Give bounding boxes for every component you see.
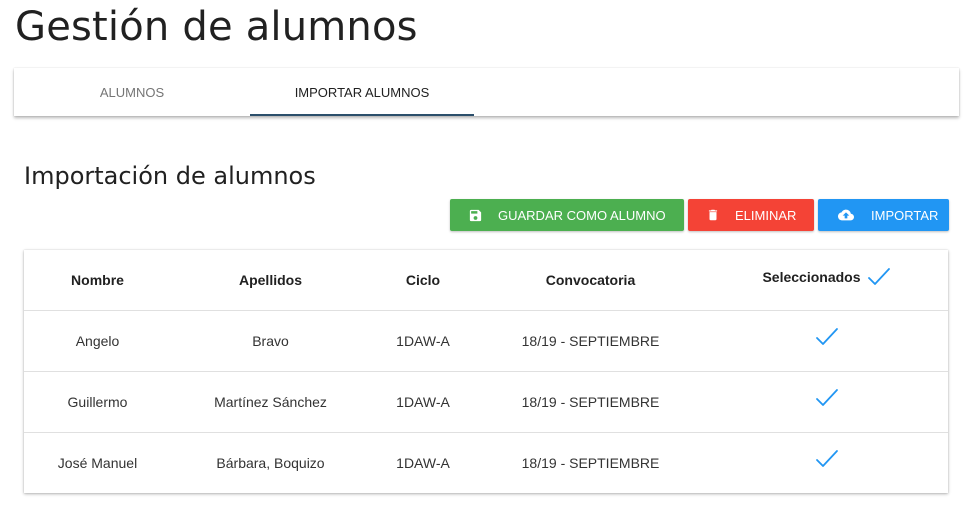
select-all-check-icon[interactable] (867, 267, 891, 287)
import-button-label: IMPORTAR (871, 207, 939, 223)
cell-selected (705, 310, 948, 372)
column-header-seleccionados: Seleccionados (705, 250, 948, 311)
column-header-apellidos: Apellidos (238, 272, 302, 288)
cloud-upload-icon (836, 207, 856, 223)
cell-ciclo: 1DAW-A (370, 310, 476, 372)
save-as-student-button[interactable]: GUARDAR COMO ALUMNO (450, 199, 684, 231)
selected-check-icon[interactable] (815, 449, 839, 469)
delete-button-label: ELIMINAR (735, 207, 797, 223)
cell-nombre: Guillermo (24, 371, 171, 433)
delete-button[interactable]: ELIMINAR (688, 199, 814, 231)
seleccionados-label: Seleccionados (762, 269, 861, 285)
floppy-disk-icon (468, 208, 483, 223)
tabs-bar: ALUMNOS IMPORTAR ALUMNOS (14, 68, 959, 116)
students-table-card: Nombre Apellidos Ciclo Convocatoria Sele… (24, 250, 948, 493)
cell-ciclo: 1DAW-A (370, 432, 476, 493)
trash-icon (706, 207, 720, 223)
column-header-nombre: Nombre (71, 272, 124, 288)
table-row[interactable]: Angelo Bravo 1DAW-A 18/19 - SEPTIEMBRE (24, 310, 948, 372)
cell-convocatoria: 18/19 - SEPTIEMBRE (476, 371, 705, 433)
tab-importar-alumnos[interactable]: IMPORTAR ALUMNOS (250, 68, 474, 116)
save-button-label: GUARDAR COMO ALUMNO (498, 207, 666, 223)
cell-nombre: Angelo (24, 310, 171, 372)
cell-apellidos: Bravo (171, 310, 370, 372)
active-tab-indicator (250, 114, 474, 116)
table-header-row: Nombre Apellidos Ciclo Convocatoria Sele… (24, 250, 948, 311)
cell-convocatoria: 18/19 - SEPTIEMBRE (476, 310, 705, 372)
cell-selected (705, 432, 948, 493)
table-row[interactable]: José Manuel Bárbara, Boquizo 1DAW-A 18/1… (24, 432, 948, 493)
selected-check-icon[interactable] (815, 388, 839, 408)
import-button[interactable]: IMPORTAR (818, 199, 949, 231)
page-title: Gestión de alumnos (15, 4, 418, 50)
selected-check-icon[interactable] (815, 327, 839, 347)
tab-alumnos[interactable]: ALUMNOS (14, 68, 250, 116)
cell-apellidos: Martínez Sánchez (171, 371, 370, 433)
cell-nombre: José Manuel (24, 432, 171, 493)
cell-ciclo: 1DAW-A (370, 371, 476, 433)
table-row[interactable]: Guillermo Martínez Sánchez 1DAW-A 18/19 … (24, 371, 948, 433)
column-header-ciclo: Ciclo (405, 272, 441, 288)
section-title: Importación de alumnos (24, 162, 316, 190)
students-table: Nombre Apellidos Ciclo Convocatoria Sele… (24, 250, 948, 493)
cell-convocatoria: 18/19 - SEPTIEMBRE (476, 432, 705, 493)
cell-selected (705, 371, 948, 433)
column-header-convocatoria: Convocatoria (545, 272, 636, 288)
cell-apellidos: Bárbara, Boquizo (171, 432, 370, 493)
